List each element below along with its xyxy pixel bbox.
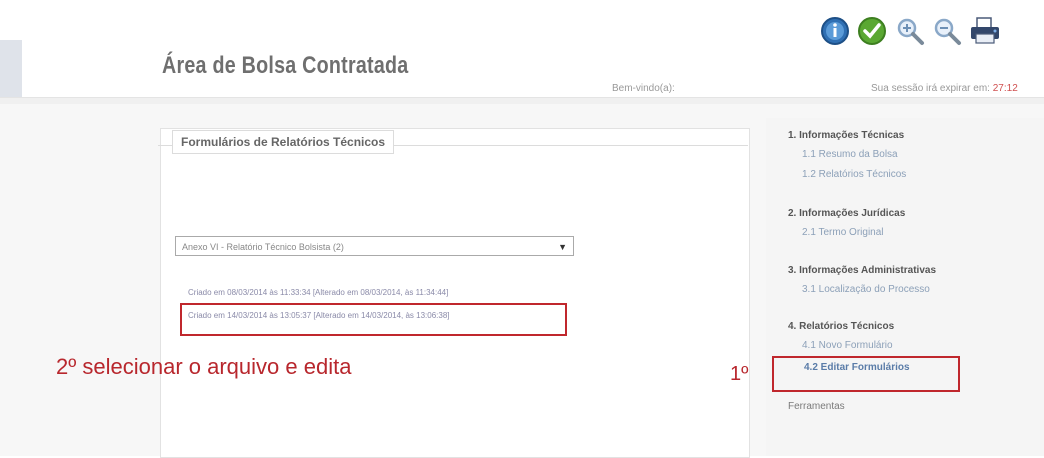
sidebar-item-relatorios[interactable]: 1.2 Relatórios Técnicos <box>802 169 906 180</box>
sidebar-item-localizacao[interactable]: 3.1 Localização do Processo <box>802 284 930 295</box>
header-divider <box>0 97 1044 104</box>
sidebar-item-termo[interactable]: 2.1 Termo Original <box>802 227 884 238</box>
zoom-in-icon[interactable] <box>895 16 925 46</box>
form-fieldset <box>158 145 748 457</box>
sidebar-item-resumo[interactable]: 1.1 Resumo da Bolsa <box>802 149 898 160</box>
form-type-select[interactable]: Anexo VI - Relatório Técnico Bolsista (2… <box>175 236 574 256</box>
sidebar-item-novo-formulario[interactable]: 4.1 Novo Formulário <box>802 340 893 351</box>
check-icon[interactable] <box>857 16 887 46</box>
annotation-step1: 1º <box>730 363 749 385</box>
form-legend: Formulários de Relatórios Técnicos <box>172 130 395 154</box>
session-timer: Sua sessão irá expirar em: 27:12 <box>871 83 1018 94</box>
sidebar-section-tech: 1. Informações Técnicas <box>788 130 905 141</box>
session-time: 27:12 <box>992 83 1018 94</box>
info-icon[interactable] <box>820 16 850 46</box>
zoom-out-icon[interactable] <box>932 16 962 46</box>
sidebar-section-juridicas: 2. Informações Jurídicas <box>788 208 906 219</box>
sidebar-item-ferramentas[interactable]: Ferramentas <box>788 401 845 412</box>
annotation-step2: 2º selecionar o arquivo e edita <box>56 354 352 379</box>
sidebar: 1. Informações Técnicas 1.1 Resumo da Bo… <box>766 118 1044 456</box>
file-link[interactable]: Criado em 08/03/2014 às 11:33:34 [Altera… <box>188 288 448 297</box>
session-prefix: Sua sessão irá expirar em: <box>871 83 990 94</box>
sidebar-section-administrativas: 3. Informações Administrativas <box>788 265 937 276</box>
user-label: Bem-vindo(a): <box>612 83 675 94</box>
dropdown-arrow-icon[interactable]: ▼ <box>558 237 567 257</box>
page-title: Área de Bolsa Contratada <box>162 52 409 79</box>
highlight-box-sidebar <box>772 356 960 392</box>
file-link[interactable]: Criado em 14/03/2014 às 13:05:37 [Altera… <box>188 311 450 320</box>
left-edge-strip <box>0 40 22 100</box>
user-name-field <box>686 78 851 94</box>
sidebar-section-relatorios: 4. Relatórios Técnicos <box>788 321 895 332</box>
select-value: Anexo VI - Relatório Técnico Bolsista (2… <box>182 242 344 252</box>
print-icon[interactable] <box>968 16 1002 46</box>
